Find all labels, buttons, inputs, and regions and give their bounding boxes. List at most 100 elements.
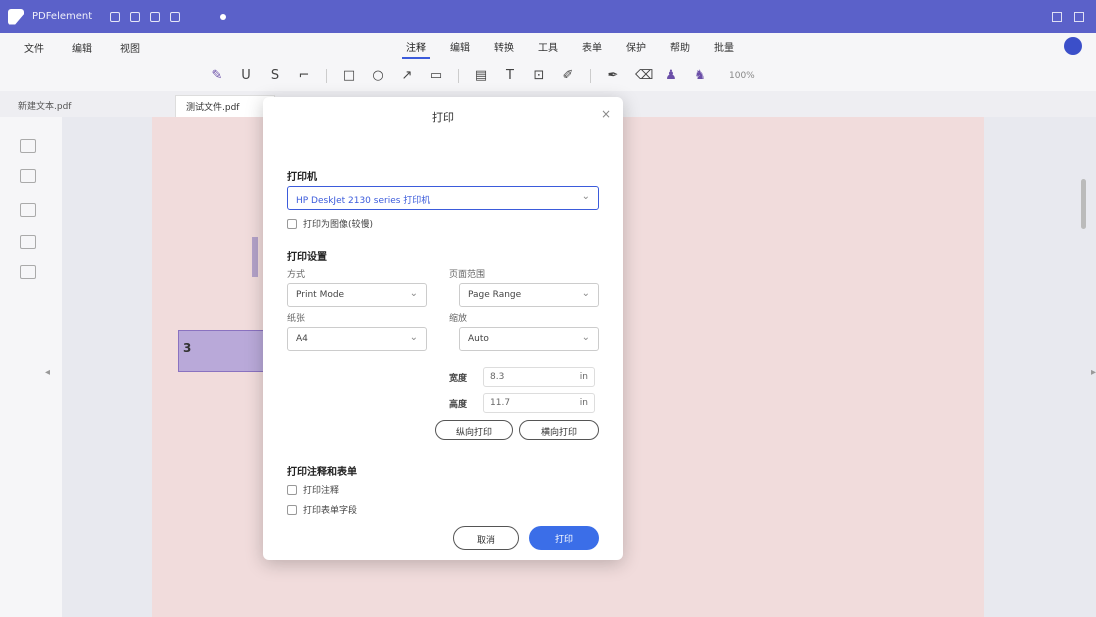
stamp-icon[interactable]: ♟ <box>664 69 678 83</box>
chevron-down-icon: ⌄ <box>581 191 590 202</box>
printer-select[interactable]: HP DeskJet 2130 series 打印机 ⌄ <box>287 186 599 210</box>
print-button[interactable]: 打印 <box>529 526 599 550</box>
print-comments-label: 打印注释 <box>303 486 340 496</box>
cancel-button[interactable]: 取消 <box>453 526 519 550</box>
close-window-icon[interactable] <box>1074 11 1084 22</box>
strikethrough-icon[interactable]: S <box>268 69 282 83</box>
dialog-title: 打印 <box>432 111 454 124</box>
arrow-icon[interactable]: ↗ <box>400 69 414 83</box>
mode-value: Print Mode <box>296 290 345 300</box>
toolbar-divider <box>590 69 591 83</box>
print-dialog: 打印 × 打印机 HP DeskJet 2130 series 打印机 ⌄ 打印… <box>263 97 623 560</box>
height-value: 11.7 <box>490 398 511 408</box>
pencil-icon[interactable]: ✐ <box>561 69 575 83</box>
thumbnail-icon[interactable] <box>20 139 36 153</box>
print-comments-checkbox[interactable] <box>287 484 297 495</box>
toolbar-divider <box>326 69 327 83</box>
app-name: PDFelement <box>32 11 93 22</box>
tab-protect[interactable]: 保护 <box>622 36 650 59</box>
scale-select[interactable]: Auto ⌄ <box>459 327 599 351</box>
annotation-toolbar: ✎ U S ⌐ □ ○ ↗ ▭ ▤ T ⊡ ✐ ✒ ⌫ ♟ ♞ 100% <box>0 61 1096 91</box>
text-box-icon[interactable]: ⊡ <box>532 69 546 83</box>
chevron-down-icon: ⌄ <box>409 288 418 299</box>
menu-view[interactable]: 视图 <box>120 40 140 55</box>
scale-value: Auto <box>468 334 489 344</box>
tab-batch[interactable]: 批量 <box>710 36 738 59</box>
page-range-value: Page Range <box>468 290 522 300</box>
more-icon[interactable] <box>220 13 227 20</box>
height-input[interactable]: 11.7 in <box>483 393 595 413</box>
tab-convert[interactable]: 转换 <box>490 36 518 59</box>
menu-file[interactable]: 文件 <box>24 40 44 55</box>
option2-row[interactable]: 打印表单字段 <box>287 503 357 516</box>
menu-edit[interactable]: 编辑 <box>72 40 92 55</box>
printer-value: HP DeskJet 2130 series 打印机 <box>296 196 431 206</box>
printer-section-title: 打印机 <box>287 172 317 183</box>
height-unit: in <box>579 398 588 408</box>
rectangle-icon[interactable]: □ <box>342 69 356 83</box>
tab-form[interactable]: 表单 <box>578 36 606 59</box>
print-form-fields-label: 打印表单字段 <box>303 506 358 516</box>
left-panel: ◂ <box>0 117 62 617</box>
page-vertical-mark <box>252 237 258 277</box>
minimize-icon[interactable] <box>1052 11 1062 22</box>
option1-row[interactable]: 打印注释 <box>287 483 339 496</box>
settings-section-title: 打印设置 <box>287 252 327 263</box>
avatar[interactable] <box>1064 37 1082 55</box>
zoom-level[interactable]: 100% <box>729 71 755 81</box>
mode-select[interactable]: Print Mode ⌄ <box>287 283 427 307</box>
chevron-down-icon: ⌄ <box>581 332 590 343</box>
area-icon[interactable]: ▭ <box>429 69 443 83</box>
print-as-image-label: 打印为图像(较慢) <box>303 220 374 230</box>
expand-right-panel-icon[interactable]: ▸ <box>1091 367 1096 378</box>
page-range-label: 页面范围 <box>449 270 486 280</box>
app-logo-icon <box>8 8 24 25</box>
tab-help[interactable]: 帮助 <box>666 36 694 59</box>
height-label: 高度 <box>449 399 468 410</box>
text-icon[interactable]: T <box>503 69 517 83</box>
replace-text-icon[interactable]: ⌐ <box>297 69 311 83</box>
page-range-select[interactable]: Page Range ⌄ <box>459 283 599 307</box>
tab-tools[interactable]: 工具 <box>534 36 562 59</box>
toolbar-divider <box>458 69 459 83</box>
print-form-fields-checkbox[interactable] <box>287 504 297 515</box>
close-icon[interactable]: × <box>601 107 611 121</box>
print-as-image-checkbox[interactable] <box>287 218 297 229</box>
scrollbar[interactable] <box>1081 179 1086 229</box>
doc-tab-first[interactable]: 新建文本.pdf <box>0 95 175 117</box>
search-icon[interactable] <box>20 265 36 279</box>
quick-access-toolbar <box>110 11 227 22</box>
collapse-panel-icon[interactable]: ◂ <box>45 367 50 378</box>
redo-icon[interactable] <box>170 11 181 22</box>
width-unit: in <box>579 372 588 382</box>
highlight-icon[interactable]: ✎ <box>210 69 224 83</box>
underline-icon[interactable]: U <box>239 69 253 83</box>
undo-icon[interactable] <box>150 11 161 22</box>
height-row: 高度 11.7 in <box>449 393 595 413</box>
chevron-down-icon: ⌄ <box>581 288 590 299</box>
eraser-icon[interactable]: ⌫ <box>635 69 653 83</box>
landscape-button[interactable]: 横向打印 <box>519 420 599 440</box>
paper-label: 纸张 <box>287 314 306 324</box>
comment-panel-icon[interactable] <box>20 203 36 217</box>
paper-select[interactable]: A4 ⌄ <box>287 327 427 351</box>
print-as-image-row[interactable]: 打印为图像(较慢) <box>287 217 373 230</box>
title-bar: PDFelement <box>0 0 1096 33</box>
width-value: 8.3 <box>490 372 505 382</box>
print-icon[interactable] <box>130 11 141 22</box>
circle-icon[interactable]: ○ <box>371 69 385 83</box>
doc-tab-active[interactable]: 测试文件.pdf <box>175 95 275 117</box>
save-icon[interactable] <box>110 11 121 22</box>
width-input[interactable]: 8.3 in <box>483 367 595 387</box>
attachment-icon[interactable] <box>20 235 36 249</box>
width-row: 宽度 8.3 in <box>449 367 595 387</box>
bookmark-icon[interactable] <box>20 169 36 183</box>
signature-icon[interactable]: ♞ <box>693 69 707 83</box>
mode-label: 方式 <box>287 270 306 280</box>
portrait-button[interactable]: 纵向打印 <box>435 420 513 440</box>
tab-comment[interactable]: 注释 <box>402 36 430 59</box>
tab-edit[interactable]: 编辑 <box>446 36 474 59</box>
paper-value: A4 <box>296 334 308 344</box>
sticky-note-icon[interactable]: ▤ <box>474 69 488 83</box>
pen-icon[interactable]: ✒ <box>606 69 620 83</box>
